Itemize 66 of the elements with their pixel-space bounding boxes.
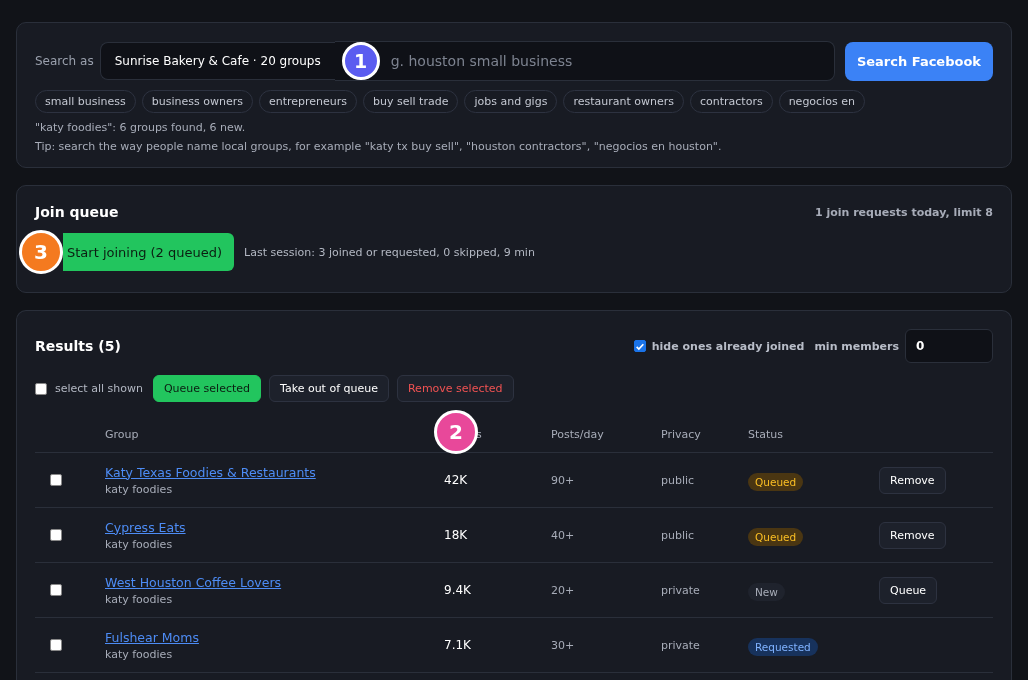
status-badge: New — [748, 582, 785, 601]
tip-text: Tip: search the way people name local groups, for example "katy tx buy sell", "houston contractors", "negocios en houston". — [35, 140, 723, 153]
hide-joined-checkbox[interactable] — [633, 340, 646, 352]
keyword-chip[interactable]: entrepreneurs — [258, 90, 358, 113]
bulk-action-button[interactable]: Take out of queue — [269, 375, 389, 402]
search-query: katy foodies — [105, 592, 173, 606]
select-all-checkbox[interactable] — [35, 382, 47, 395]
bulk-action-button[interactable]: Remove selected — [396, 375, 514, 402]
column-header: Posts/day — [551, 427, 605, 441]
privacy-cell-text: public — [661, 528, 696, 542]
hide-joined-label: hide ones already joined — [651, 339, 805, 353]
select-all-label: select all shown — [55, 382, 143, 395]
members-cell-text: 7.1K — [444, 638, 472, 652]
keyword-chip[interactable]: jobs and gigs — [464, 90, 558, 113]
status-badge: Requested — [748, 637, 818, 656]
posts-cell-text: 40+ — [551, 528, 576, 542]
row-action-button[interactable]: Remove — [879, 466, 946, 494]
privacy-cell-text: private — [661, 638, 701, 652]
group-link[interactable]: Katy Texas Foodies & Restaurants — [105, 464, 316, 480]
bulk-action-button[interactable]: Queue selected — [152, 375, 261, 402]
status-badge: Queued — [748, 527, 804, 546]
group-link[interactable]: Fulshear Moms — [105, 629, 199, 645]
row-checkbox[interactable] — [50, 528, 62, 541]
keyword-chip[interactable]: restaurant owners — [563, 90, 684, 113]
section-title: Results (5) — [35, 338, 121, 354]
members-cell-text: 42K — [444, 473, 469, 487]
posts-cell-text: 30+ — [551, 638, 576, 652]
privacy-cell-text: private — [661, 583, 701, 597]
limit-note: 1 join requests today, limit 8 — [814, 205, 993, 219]
posts-cell-text: 90+ — [551, 473, 576, 487]
search-field[interactable]: g. houston small business — [386, 41, 835, 81]
search-query: katy foodies — [105, 647, 173, 661]
search-query: katy foodies — [105, 482, 173, 496]
search-query: katy foodies — [105, 537, 173, 551]
group-link[interactable]: Cypress Eats — [105, 519, 186, 535]
column-header: Status — [748, 427, 785, 441]
keyword-chip[interactable]: buy sell trade — [363, 90, 459, 113]
keyword-chip[interactable]: contractors — [689, 90, 773, 113]
step-marker: 1 — [341, 42, 380, 80]
status-badge: Queued — [748, 472, 804, 491]
section-title: Join queue — [35, 204, 119, 220]
row-checkbox[interactable] — [50, 583, 62, 596]
keyword-chip[interactable]: business owners — [141, 90, 253, 113]
search-as-label: Search as — [35, 54, 94, 68]
row-action-button[interactable]: Remove — [879, 521, 946, 549]
step-marker: 2 — [434, 409, 478, 454]
step-marker: 3 — [19, 230, 63, 274]
row-checkbox[interactable] — [50, 638, 62, 651]
column-header: Group — [105, 427, 140, 441]
column-header: Privacy — [661, 427, 702, 441]
min-members-label: min members — [814, 339, 899, 353]
members-cell-text: 9.4K — [444, 583, 472, 597]
account-select[interactable]: Sunrise Bakery & Cafe · 20 groups — [99, 42, 335, 80]
row-action-button[interactable]: Queue — [879, 576, 938, 604]
keyword-chip[interactable]: negocios en — [778, 90, 865, 113]
result-note: "katy foodies": 6 groups found, 6 new. — [35, 121, 247, 134]
last-session-note: Last session: 3 joined or requested, 0 skipped, 9 min — [244, 245, 535, 259]
group-link[interactable]: West Houston Coffee Lovers — [105, 574, 282, 590]
start-joining-button[interactable]: Start joining (2 queued) — [63, 233, 235, 271]
row-checkbox[interactable] — [50, 473, 62, 486]
posts-cell-text: 20+ — [551, 583, 576, 597]
min-members-field[interactable]: 0 — [905, 329, 993, 363]
members-cell-text: 18K — [444, 528, 469, 542]
privacy-cell-text: public — [661, 473, 696, 487]
keyword-chip[interactable]: small business — [35, 90, 136, 113]
search-button[interactable]: Search Facebook — [844, 41, 993, 81]
